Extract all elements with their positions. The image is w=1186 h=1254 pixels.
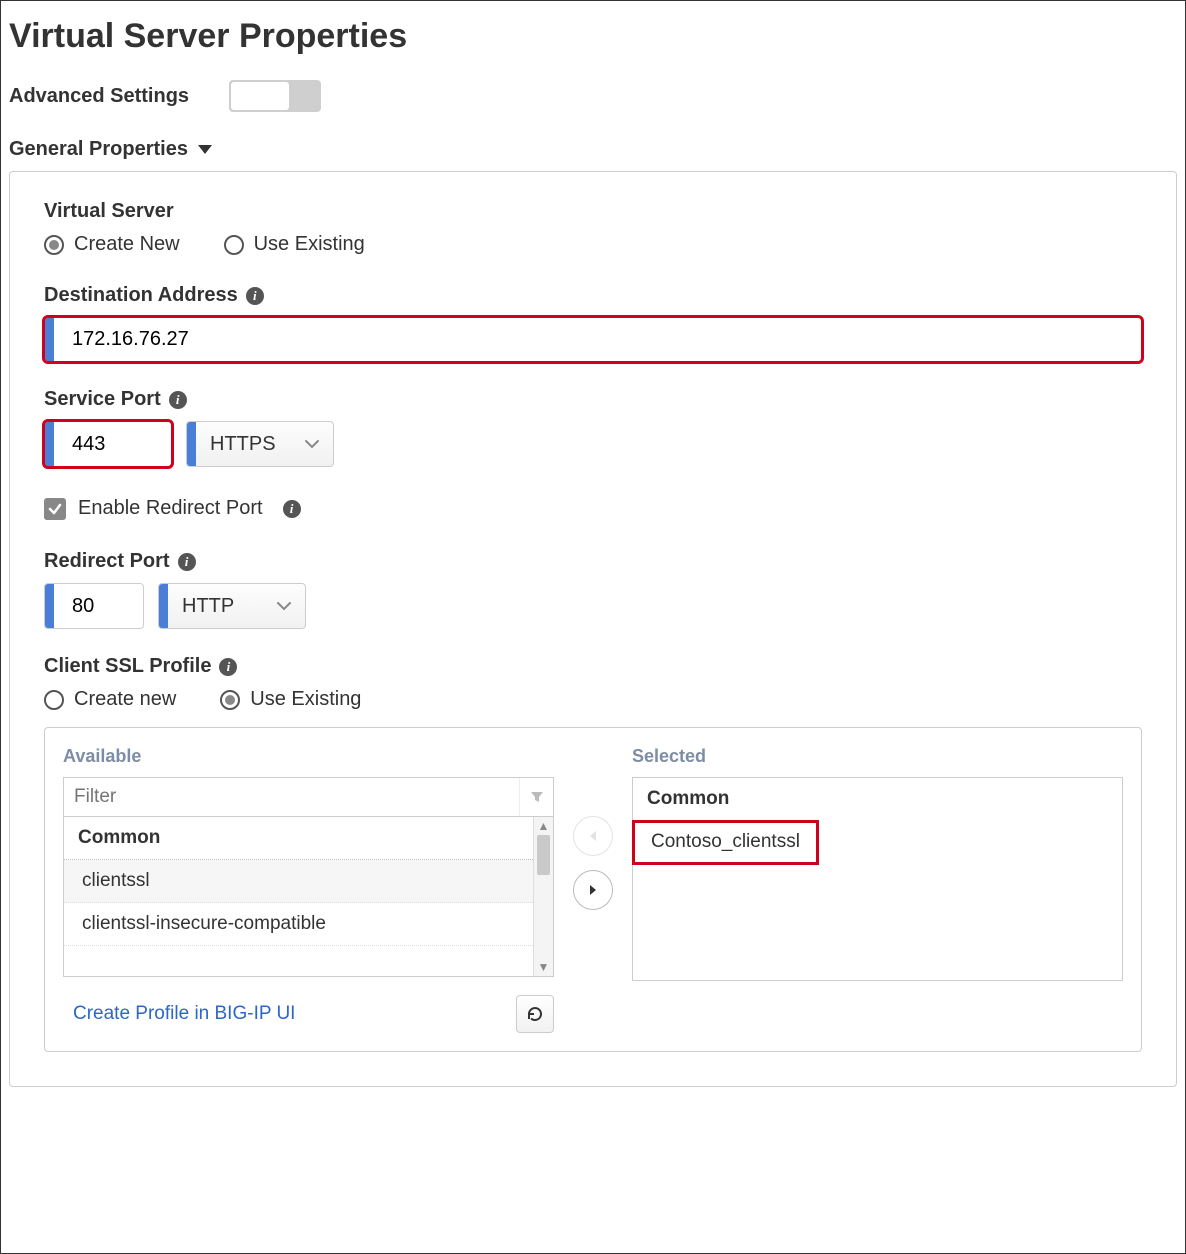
redirect-port-input-wrap — [44, 583, 144, 629]
general-properties-label: General Properties — [9, 138, 188, 161]
virtual-server-label-text: Virtual Server — [44, 200, 174, 223]
redirect-port-protocol-dropdown[interactable]: HTTP — [158, 583, 306, 629]
info-icon[interactable]: i — [178, 553, 196, 571]
destination-address-label: Destination Address — [44, 284, 238, 307]
virtual-server-label: Virtual Server — [44, 200, 1142, 223]
refresh-button[interactable] — [516, 995, 554, 1033]
move-left-button[interactable] — [573, 816, 613, 856]
scrollbar[interactable]: ▲ ▼ — [533, 817, 553, 976]
general-properties-panel: Virtual Server Create New Use Existing D… — [9, 171, 1177, 1087]
accent-bar — [45, 422, 54, 466]
arrow-right-icon — [588, 884, 598, 896]
accent-bar — [45, 584, 54, 628]
radio-create-new-label: Create New — [74, 233, 180, 256]
check-icon — [47, 501, 63, 517]
selected-listbox: Common Contoso_clientssl — [632, 777, 1123, 981]
scroll-thumb[interactable] — [537, 835, 550, 875]
destination-address-input-wrap — [44, 317, 1142, 362]
radio-icon — [220, 690, 240, 710]
radio-use-existing-label: Use Existing — [254, 233, 365, 256]
available-filter-wrap — [63, 777, 554, 817]
radio-create-new[interactable]: Create New — [44, 233, 180, 256]
page-title: Virtual Server Properties — [9, 17, 1177, 56]
create-profile-link[interactable]: Create Profile in BIG-IP UI — [63, 997, 305, 1031]
chevron-down-icon — [291, 422, 333, 466]
ssl-dual-list-panel: Available Common clientssl clientssl-ins… — [44, 727, 1142, 1052]
toggle-knob — [231, 82, 289, 110]
general-properties-header[interactable]: General Properties — [9, 138, 1177, 161]
info-icon[interactable]: i — [219, 658, 237, 676]
enable-redirect-port-checkbox[interactable] — [44, 498, 66, 520]
available-filter-input[interactable] — [64, 778, 519, 816]
enable-redirect-port-label: Enable Redirect Port — [78, 497, 263, 520]
service-port-protocol-dropdown[interactable]: HTTPS — [186, 421, 334, 467]
selected-group-header: Common — [633, 778, 818, 821]
chevron-down-icon — [263, 584, 305, 628]
list-item[interactable]: clientssl — [64, 860, 533, 903]
available-title: Available — [63, 746, 554, 767]
move-right-button[interactable] — [573, 870, 613, 910]
service-port-protocol-value: HTTPS — [196, 422, 291, 466]
selected-title: Selected — [632, 746, 1123, 767]
list-item[interactable]: Contoso_clientssl — [633, 821, 818, 864]
radio-ssl-use-existing[interactable]: Use Existing — [220, 688, 361, 711]
service-port-label: Service Port — [44, 388, 161, 411]
client-ssl-profile-label: Client SSL Profile — [44, 655, 211, 678]
radio-ssl-create-new[interactable]: Create new — [44, 688, 176, 711]
radio-icon — [44, 235, 64, 255]
chevron-down-icon — [198, 145, 212, 154]
refresh-icon — [526, 1005, 544, 1023]
destination-address-input[interactable] — [54, 318, 1141, 361]
radio-ssl-create-new-label: Create new — [74, 688, 176, 711]
available-group-header: Common — [64, 817, 533, 860]
accent-bar — [159, 584, 168, 628]
advanced-settings-toggle[interactable] — [229, 80, 321, 112]
arrow-left-icon — [588, 830, 598, 842]
redirect-port-protocol-value: HTTP — [168, 584, 263, 628]
radio-use-existing[interactable]: Use Existing — [224, 233, 365, 256]
radio-ssl-use-existing-label: Use Existing — [250, 688, 361, 711]
info-icon[interactable]: i — [169, 391, 187, 409]
filter-icon[interactable] — [519, 778, 553, 816]
service-port-input[interactable] — [54, 422, 171, 466]
scroll-up-icon: ▲ — [534, 817, 553, 835]
redirect-port-input[interactable] — [54, 584, 143, 628]
redirect-port-label: Redirect Port — [44, 550, 170, 573]
info-icon[interactable]: i — [246, 287, 264, 305]
radio-icon — [44, 690, 64, 710]
available-listbox: Common clientssl clientssl-insecure-comp… — [63, 817, 554, 977]
radio-icon — [224, 235, 244, 255]
service-port-input-wrap — [44, 421, 172, 467]
accent-bar — [45, 318, 54, 361]
list-item[interactable]: clientssl-insecure-compatible — [64, 903, 533, 946]
info-icon[interactable]: i — [283, 500, 301, 518]
advanced-settings-label: Advanced Settings — [9, 85, 189, 108]
scroll-down-icon: ▼ — [534, 958, 553, 976]
accent-bar — [187, 422, 196, 466]
